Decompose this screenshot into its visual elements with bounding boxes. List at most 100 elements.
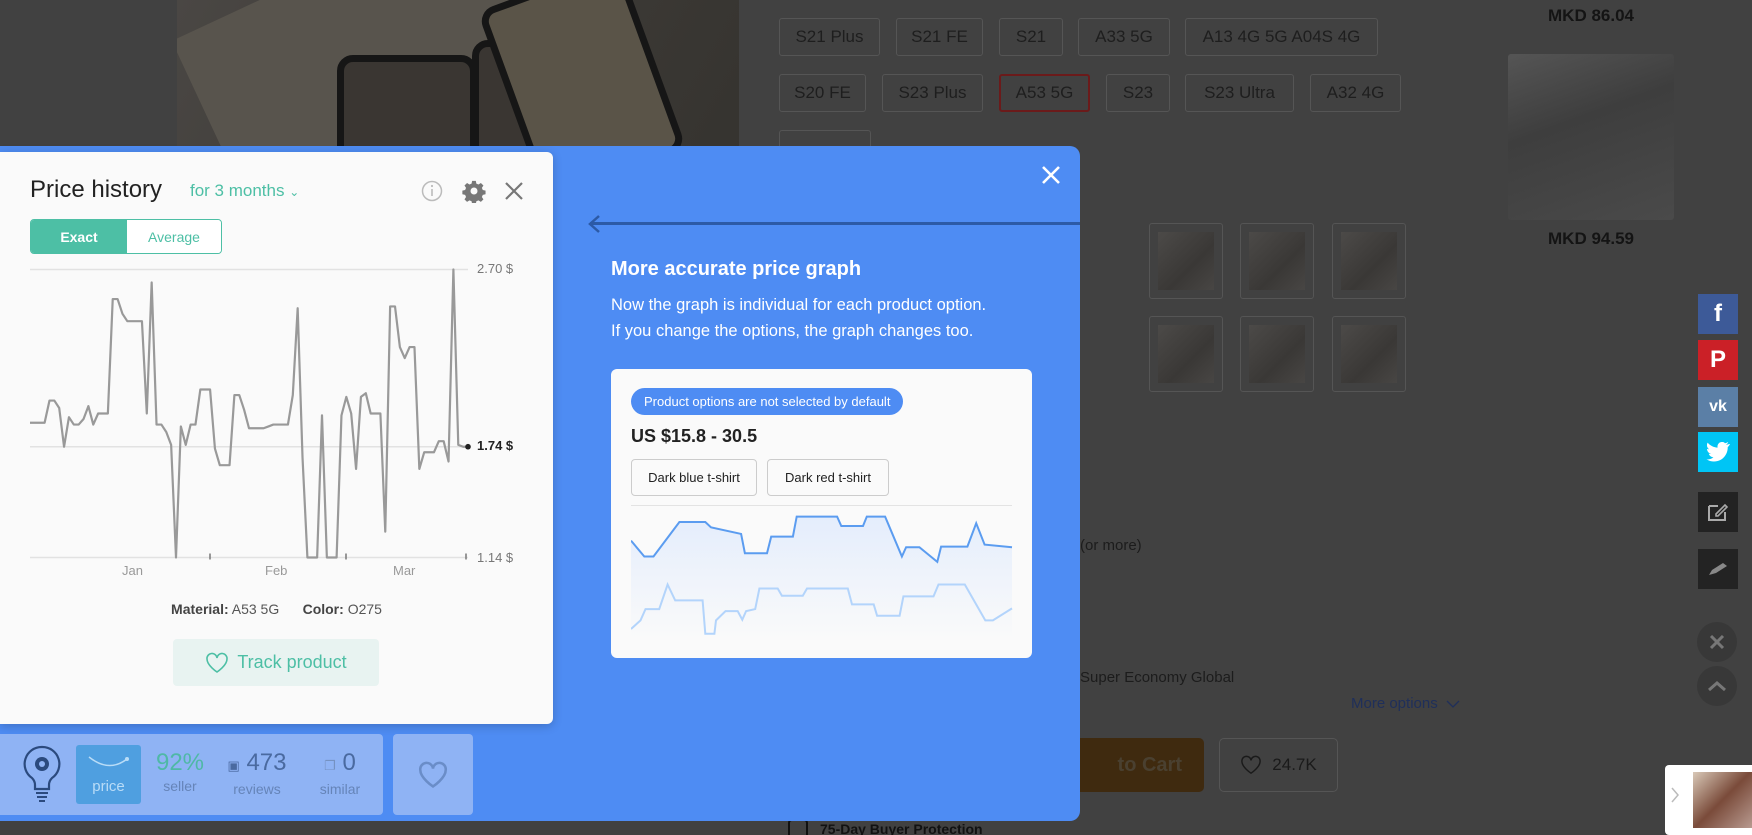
variant-thumbnail[interactable] [1240, 316, 1314, 392]
reviews-label: reviews [233, 781, 281, 797]
option-button[interactable]: A33 5G [1078, 18, 1170, 56]
example-card: Product options are not selected by defa… [611, 369, 1032, 658]
copy-icon: ❐ [324, 758, 336, 773]
material-value: A53 5G [231, 601, 280, 617]
option-button[interactable]: A53 5G [999, 74, 1090, 112]
option-button[interactable]: A13 4G 5G A04S 4G [1185, 18, 1378, 56]
x-tick-label: Jan [122, 563, 143, 578]
mode-toggle: Exact Average [30, 219, 222, 254]
scroll-top-button[interactable] [1697, 666, 1737, 706]
recently-viewed-card[interactable] [1665, 765, 1752, 835]
quantity-note: (or more) [1080, 537, 1142, 554]
price-tab[interactable]: price [76, 745, 141, 804]
chevron-right-icon [1671, 787, 1679, 803]
example-option-button: Dark blue t-shirt [631, 459, 757, 496]
chevron-down-icon [1446, 700, 1460, 708]
variant-thumbnail[interactable] [1149, 316, 1223, 392]
example-graph [631, 515, 1013, 639]
close-icon[interactable] [503, 180, 525, 202]
edit-note-icon[interactable] [1698, 492, 1738, 532]
reviews-stat[interactable]: ▣ 473 reviews [222, 749, 292, 798]
option-button[interactable]: S20 FE [779, 74, 866, 112]
range-dropdown[interactable]: for 3 months ⌄ [190, 181, 299, 201]
tooltip-line: Now the graph is individual for each pro… [611, 296, 987, 314]
y-tick-label: 1.14 $ [477, 550, 514, 565]
more-options-label: More options [1351, 695, 1438, 712]
option-button[interactable]: A32 4G [1310, 74, 1401, 112]
example-price: US $15.8 - 30.5 [631, 426, 758, 446]
buyer-protection: 75-Day Buyer Protection [788, 819, 983, 835]
tooltip-close-icon[interactable] [1036, 160, 1066, 190]
y-tick-label: 2.70 $ [477, 261, 514, 276]
extension-toolbar: price 92% seller ▣ 473 reviews ❐ 0 simil… [0, 734, 383, 815]
info-pill: Product options are not selected by defa… [631, 388, 904, 415]
arrow-left-icon [588, 215, 600, 233]
close-icon [1709, 634, 1725, 650]
favorite-button[interactable] [393, 734, 473, 815]
seller-value: 92% [155, 749, 205, 776]
toggle-exact[interactable]: Exact [31, 220, 127, 253]
wishlist-button[interactable]: 24.7K [1219, 738, 1338, 792]
price-chart [30, 268, 471, 560]
panel-title: Price history [30, 176, 163, 203]
shield-icon [788, 819, 808, 835]
similar-value: 0 [342, 749, 356, 776]
option-button[interactable]: S23 [1106, 74, 1170, 112]
camera-icon: ▣ [227, 758, 240, 773]
x-tick-label: Mar [393, 563, 416, 578]
twitter-icon[interactable] [1698, 432, 1738, 472]
similar-label: similar [319, 781, 361, 797]
lightbulb-gear-icon[interactable] [22, 745, 62, 803]
variant-thumbnail[interactable] [1332, 223, 1406, 299]
x-tick-label: Feb [265, 563, 288, 578]
current-price-dot [465, 443, 471, 450]
variant-thumbnail[interactable] [1149, 223, 1223, 299]
color-value: O275 [347, 601, 382, 617]
info-icon[interactable] [421, 180, 443, 202]
pinterest-icon[interactable]: P [1698, 340, 1738, 380]
buyer-protection-label: 75-Day Buyer Protection [820, 821, 983, 835]
price-line [30, 268, 468, 559]
wishlist-count: 24.7K [1272, 755, 1317, 774]
graph-area [631, 516, 1012, 639]
related-price: MKD 86.04 [1548, 6, 1634, 25]
pencil-icon[interactable] [1698, 549, 1738, 589]
current-price-label: 1.74 $ [477, 438, 514, 453]
option-button[interactable]: S21 Plus [779, 18, 880, 56]
range-label: for 3 months [190, 181, 285, 200]
shipping-method: Super Economy Global [1080, 669, 1235, 686]
price-history-panel: Price history for 3 months ⌄ Exact Avera… [0, 152, 553, 724]
color-label: Color: [302, 601, 344, 617]
price-tab-label: price [92, 778, 125, 795]
option-button[interactable]: S23 Plus [882, 74, 983, 112]
tooltip-title: More accurate price graph [611, 258, 862, 280]
material-label: Material: [171, 601, 229, 617]
variant-thumbnail[interactable] [1332, 316, 1406, 392]
vk-icon[interactable]: vk [1698, 387, 1738, 427]
track-product-button[interactable]: Track product [173, 639, 379, 686]
toggle-average[interactable]: Average [127, 220, 221, 253]
heart-icon [1241, 755, 1262, 775]
variant-thumbnail[interactable] [1240, 223, 1314, 299]
reviews-value: 473 [246, 749, 287, 776]
related-product-image[interactable] [1508, 54, 1674, 220]
option-button[interactable]: S23 Ultra [1185, 74, 1294, 112]
tooltip-line: If you change the options, the graph cha… [611, 322, 974, 340]
option-button[interactable]: S21 [999, 18, 1063, 56]
more-options-link[interactable]: More options [1351, 695, 1460, 712]
selected-options: Material: A53 5G Color: O275 [0, 601, 553, 617]
option-button[interactable]: S21 FE [896, 18, 983, 56]
product-image [177, 0, 739, 170]
seller-label: seller [163, 778, 197, 794]
tooltip-body: Now the graph is individual for each pro… [611, 292, 986, 344]
close-sidebar-button[interactable] [1697, 622, 1737, 662]
track-product-label: Track product [237, 652, 347, 672]
heart-icon [206, 652, 229, 673]
related-price: MKD 94.59 [1548, 229, 1634, 248]
seller-stat[interactable]: 92% seller [150, 749, 210, 795]
facebook-icon[interactable]: f [1698, 294, 1738, 334]
gear-icon[interactable] [462, 179, 486, 203]
add-to-cart-label: to Cart [1117, 753, 1182, 776]
example-option-button: Dark red t-shirt [767, 459, 889, 496]
similar-stat[interactable]: ❐ 0 similar [310, 749, 370, 798]
